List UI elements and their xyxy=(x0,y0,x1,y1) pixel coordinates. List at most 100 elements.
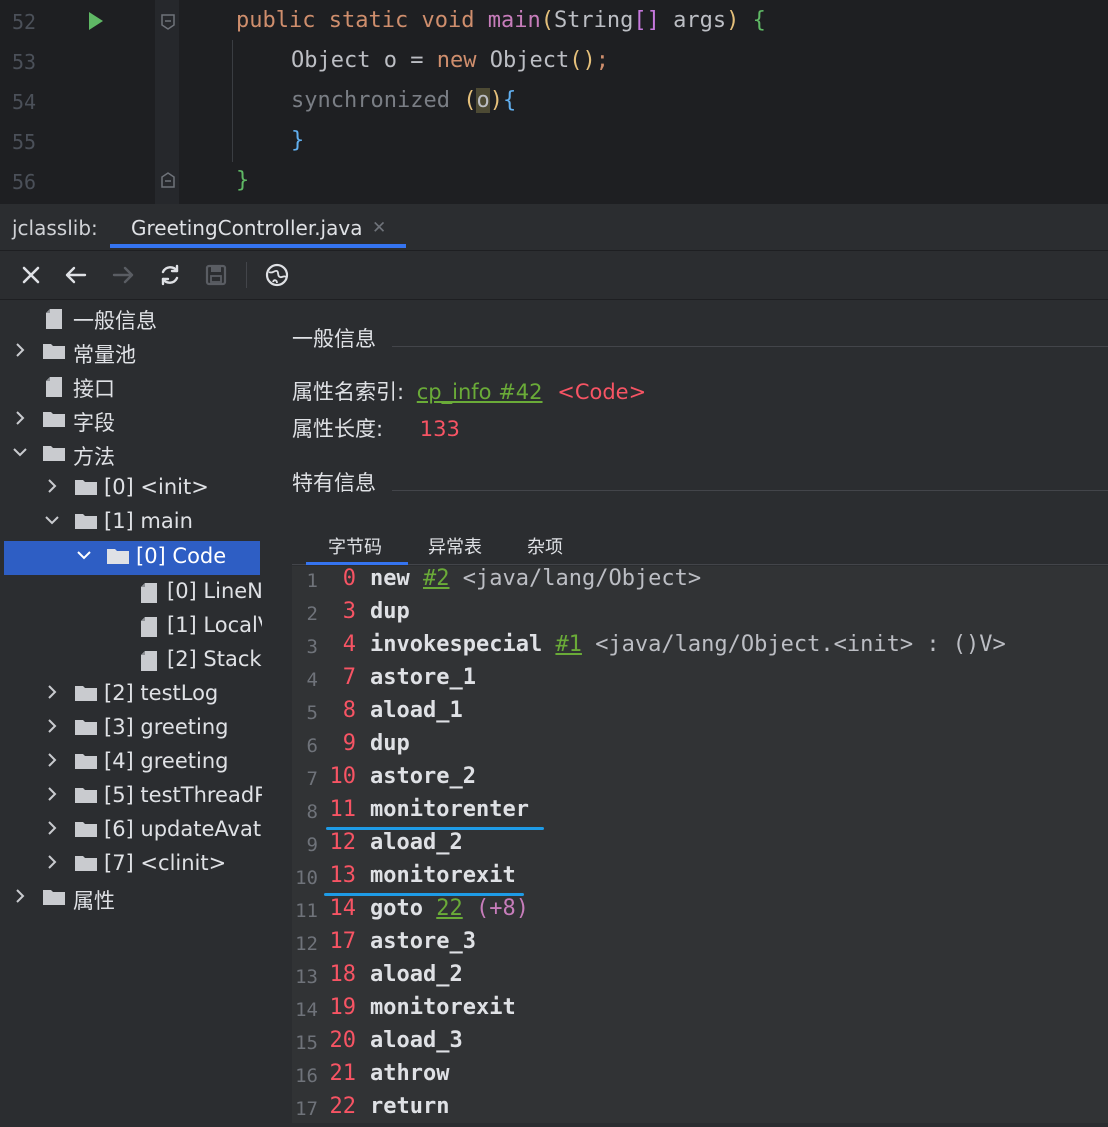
tree-item-label: [5] testThreadP xyxy=(104,783,262,807)
bytecode-opcode: astore_3 xyxy=(370,929,476,954)
chevron-right-icon[interactable] xyxy=(12,410,28,426)
tab-misc[interactable]: 杂项 xyxy=(527,533,563,559)
folder-icon xyxy=(75,686,97,701)
tool-window-title: jclasslib: xyxy=(12,216,98,240)
folder-icon xyxy=(75,480,97,495)
tree-item-constant-pool[interactable]: 常量池 xyxy=(0,336,262,370)
code-line-53: Object o = new Object(); xyxy=(291,48,609,73)
tab-bytecode[interactable]: 字节码 xyxy=(328,533,382,559)
tree-item-label: [3] greeting xyxy=(104,715,229,739)
fold-end-icon[interactable] xyxy=(161,172,175,188)
close-icon[interactable]: ✕ xyxy=(372,218,386,238)
chevron-down-icon[interactable] xyxy=(76,547,92,563)
chevron-right-icon[interactable] xyxy=(44,684,60,700)
bytecode-row: 5 8 aload_1 xyxy=(292,698,1108,731)
bytecode-line-number: 7 xyxy=(306,768,318,790)
folder-icon xyxy=(43,446,65,461)
tree-item-attributes[interactable]: 属性 xyxy=(0,882,262,916)
tree-item-method-greeting-3[interactable]: [3] greeting xyxy=(0,712,262,746)
tree-item-interfaces[interactable]: 接口 xyxy=(0,370,262,404)
chevron-right-icon[interactable] xyxy=(44,752,60,768)
bytecode-line-number: 9 xyxy=(306,834,318,856)
tab-exception-table[interactable]: 异常表 xyxy=(428,533,482,559)
chevron-right-icon[interactable] xyxy=(44,854,60,870)
bytecode-line-number: 3 xyxy=(306,636,318,658)
tree-item-general[interactable]: 一般信息 xyxy=(0,302,262,336)
tree-item-code[interactable]: [0] Code xyxy=(0,541,262,575)
code-token: Object xyxy=(489,48,570,73)
tree-item-line-numbers[interactable]: [0] LineNu xyxy=(0,576,262,610)
tree-item-method-updateavatar[interactable]: [6] updateAvata xyxy=(0,814,262,848)
bytecode-comment: <java/lang/Object.<init> : ()V> xyxy=(595,632,1006,657)
attr-length-row: 属性长度: 133 xyxy=(292,413,460,443)
chevron-right-icon[interactable] xyxy=(44,478,60,494)
run-icon[interactable] xyxy=(89,12,103,30)
tree-item-fields[interactable]: 字段 xyxy=(0,404,262,438)
bytecode-line-number: 14 xyxy=(295,999,318,1021)
chevron-down-icon[interactable] xyxy=(44,512,60,528)
bytecode-operand-link[interactable]: #2 xyxy=(423,566,450,591)
chevron-right-icon[interactable] xyxy=(44,718,60,734)
fold-collapse-icon[interactable] xyxy=(161,14,175,30)
code-token: ) xyxy=(489,88,503,113)
chevron-right-icon[interactable] xyxy=(44,786,60,802)
tree-item-method-greeting-4[interactable]: [4] greeting xyxy=(0,746,262,780)
tree-item-method-clinit[interactable]: [7] <clinit> xyxy=(0,848,262,882)
tree-item-label: 方法 xyxy=(73,445,115,469)
code-line-55: } xyxy=(291,128,305,153)
tree-item-method-testlog[interactable]: [2] testLog xyxy=(0,678,262,712)
bytecode-offset: 17 xyxy=(329,929,357,954)
tree-item-local-vars[interactable]: [1] LocalV xyxy=(0,610,262,644)
bytecode-opcode: monitorexit xyxy=(370,863,516,888)
tree-item-stack-map[interactable]: [2] StackM xyxy=(0,644,262,678)
tree-item-label: [2] testLog xyxy=(104,681,219,705)
bytecode-opcode: aload_1 xyxy=(370,698,463,723)
toolbar-separator xyxy=(246,262,247,288)
back-arrow-icon[interactable] xyxy=(63,262,89,288)
code-editor[interactable]: 52 53 54 55 56 public static void main(S… xyxy=(0,0,1108,204)
active-tab-indicator xyxy=(110,244,406,248)
bytecode-relative-offset: (+8) xyxy=(475,896,529,921)
cp-info-link[interactable]: cp_info #42 xyxy=(417,380,543,404)
bytecode-line-number: 1 xyxy=(306,570,318,592)
chevron-right-icon[interactable] xyxy=(12,888,28,904)
bytecode-instruction: aload_2 xyxy=(370,830,463,855)
active-subtab-indicator xyxy=(306,562,408,565)
indent-guide xyxy=(232,40,233,162)
code-token: String xyxy=(553,8,634,33)
tree-item-method-main[interactable]: [1] main xyxy=(0,506,262,540)
attr-name-index-row: 属性名索引: cp_info #42 <Code> xyxy=(292,376,646,406)
file-icon xyxy=(141,651,157,671)
chevron-right-icon[interactable] xyxy=(12,342,28,358)
code-token: ; xyxy=(595,48,609,73)
code-token: ) xyxy=(726,8,740,33)
close-icon[interactable] xyxy=(18,262,44,288)
globe-icon[interactable] xyxy=(264,262,290,288)
chevron-right-icon[interactable] xyxy=(44,820,60,836)
bytecode-operand-link[interactable]: 22 xyxy=(436,896,463,921)
bytecode-opcode: return xyxy=(370,1094,450,1119)
line-number: 56 xyxy=(12,170,37,194)
bytecode-instruction: invokespecial #1 <java/lang/Object.<init… xyxy=(370,632,1006,657)
bytecode-listing[interactable]: 1 0 new #2 <java/lang/Object> 2 3 dup 3 4 invoke… xyxy=(292,566,1108,1123)
save-icon[interactable] xyxy=(203,262,229,288)
folder-icon xyxy=(43,412,65,427)
bytecode-row: 6 9 dup xyxy=(292,731,1108,764)
forward-arrow-icon[interactable] xyxy=(110,262,136,288)
tree-item-method-init[interactable]: [0] <init> xyxy=(0,472,262,506)
bytecode-row: 14 19 monitorexit xyxy=(292,995,1108,1028)
subtab-divider xyxy=(292,564,1108,565)
bytecode-line-number: 15 xyxy=(295,1032,318,1054)
code-token: public xyxy=(236,8,316,33)
bytecode-operand-link[interactable]: #1 xyxy=(555,632,582,657)
bytecode-offset: 9 xyxy=(342,731,356,756)
bytecode-row: 9 12 aload_2 xyxy=(292,830,1108,863)
bytecode-offset: 21 xyxy=(329,1061,357,1086)
refresh-icon[interactable] xyxy=(157,262,183,288)
tab-greeting-controller[interactable]: GreetingController.java xyxy=(131,216,362,240)
tree-item-methods[interactable]: 方法 xyxy=(0,438,262,472)
bytecode-opcode: dup xyxy=(370,731,410,756)
bytecode-offset: 4 xyxy=(342,632,356,657)
chevron-down-icon[interactable] xyxy=(12,444,28,460)
tree-item-method-testthreadpool[interactable]: [5] testThreadP xyxy=(0,780,262,814)
